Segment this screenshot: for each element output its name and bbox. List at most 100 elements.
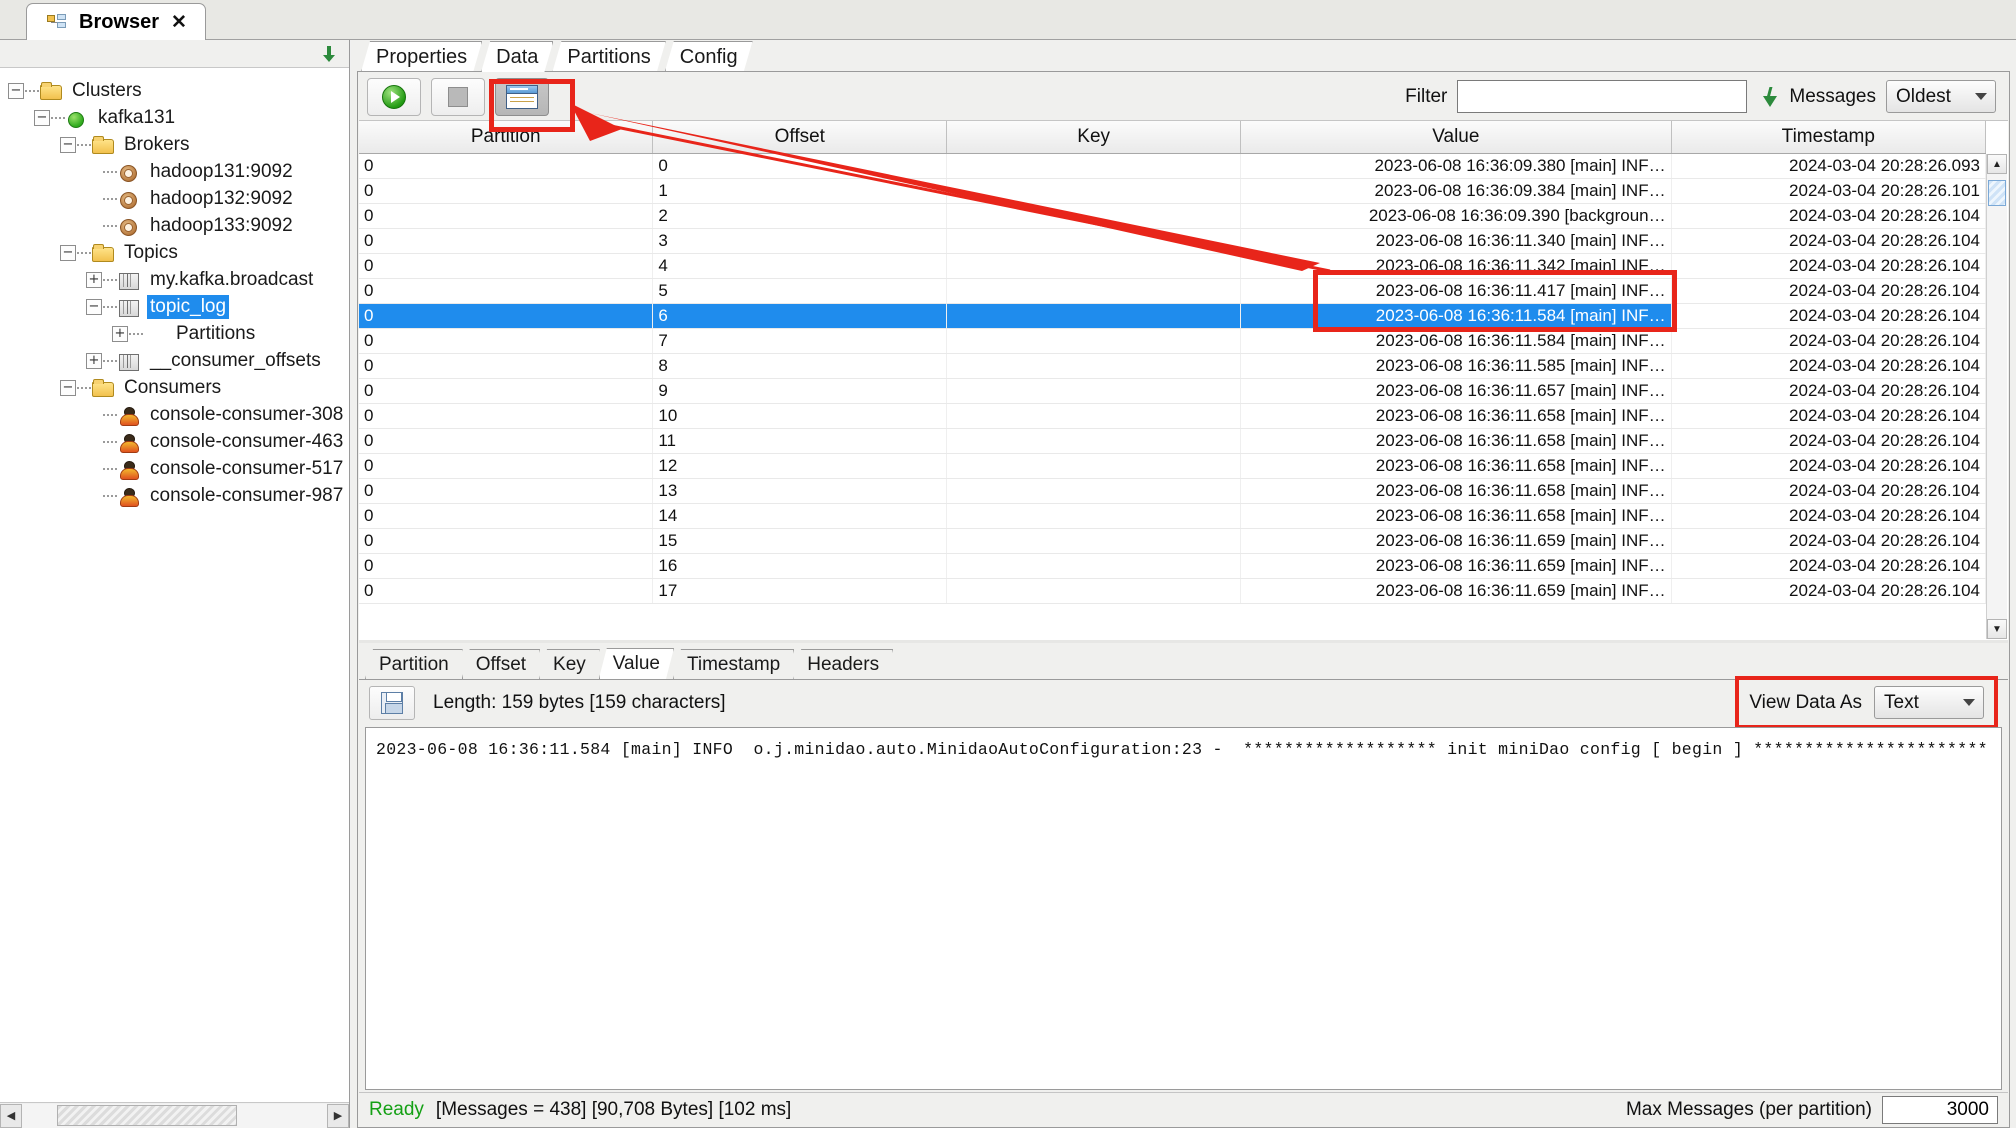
tree-expander-icon[interactable]: − — [60, 380, 76, 396]
messages-order-select[interactable]: Oldest — [1886, 80, 1996, 113]
tree-item-label: Partitions — [173, 322, 258, 346]
tree-item-hadoop131-9092[interactable]: hadoop131:9092 — [0, 158, 349, 185]
tree-item-brokers[interactable]: −Brokers — [0, 131, 349, 158]
tree-expander-icon[interactable]: + — [86, 272, 102, 288]
tree-expander-icon[interactable]: − — [60, 137, 76, 153]
table-row[interactable]: 0162023-06-08 16:36:11.659 [main] INF…20… — [359, 553, 1986, 578]
cell-key — [947, 378, 1241, 403]
apply-filter-icon[interactable] — [1757, 85, 1779, 109]
scroll-thumb[interactable] — [57, 1105, 237, 1126]
detail-tab-timestamp[interactable]: Timestamp — [673, 649, 794, 679]
scroll-down-icon[interactable]: ▼ — [1987, 619, 2007, 639]
tree-expander-icon[interactable]: − — [86, 299, 102, 315]
tree-item-console-consumer-463[interactable]: console-consumer-463 — [0, 428, 349, 455]
status-ready-label: Ready — [369, 1099, 424, 1121]
table-vertical-scrollbar[interactable]: ▲ ▼ — [1986, 154, 2007, 639]
tree-expander-icon[interactable]: + — [86, 353, 102, 369]
table-row[interactable]: 042023-06-08 16:36:11.342 [main] INF…202… — [359, 253, 1986, 278]
table-row[interactable]: 022023-06-08 16:36:09.390 [backgroun…202… — [359, 203, 1986, 228]
table-row[interactable]: 002023-06-08 16:36:09.380 [main] INF…202… — [359, 153, 1986, 178]
table-row[interactable]: 0172023-06-08 16:36:11.659 [main] INF…20… — [359, 578, 1986, 603]
table-row[interactable]: 032023-06-08 16:36:11.340 [main] INF…202… — [359, 228, 1986, 253]
tab-browser[interactable]: Browser ✕ — [26, 3, 206, 40]
scroll-thumb[interactable] — [1988, 180, 2006, 206]
tree-item-consumers[interactable]: −Consumers — [0, 374, 349, 401]
tree-expander-icon[interactable]: − — [60, 245, 76, 261]
table-row[interactable]: 0122023-06-08 16:36:11.658 [main] INF…20… — [359, 453, 1986, 478]
tree-item-kafka131[interactable]: −kafka131 — [0, 104, 349, 131]
tab-partitions[interactable]: Partitions — [552, 41, 665, 72]
table-view-button[interactable] — [495, 78, 549, 116]
tree-item-hadoop133-9092[interactable]: hadoop133:9092 — [0, 212, 349, 239]
detail-tab-offset[interactable]: Offset — [462, 649, 540, 679]
tree-gear-icon — [118, 162, 140, 182]
detail-tab-value[interactable]: Value — [599, 648, 674, 679]
tree-item-console-consumer-308[interactable]: console-consumer-308 — [0, 401, 349, 428]
cell-key — [947, 303, 1241, 328]
detail-tab-key[interactable]: Key — [539, 649, 600, 679]
column-header-timestamp[interactable]: Timestamp — [1671, 121, 1985, 153]
table-row[interactable]: 092023-06-08 16:36:11.657 [main] INF…202… — [359, 378, 1986, 403]
cluster-tree[interactable]: −Clusters−kafka131−Brokershadoop131:9092… — [0, 69, 349, 1102]
tab-config[interactable]: Config — [665, 41, 753, 72]
tree-item-console-consumer-987[interactable]: console-consumer-987 — [0, 482, 349, 509]
tree-expander-icon[interactable]: − — [8, 83, 24, 99]
value-text-area[interactable]: 2023-06-08 16:36:11.584 [main] INFO o.j.… — [365, 727, 2002, 1090]
tree-horizontal-scrollbar[interactable]: ◀ ▶ — [0, 1102, 349, 1128]
tree-item--consumer-offsets[interactable]: +__consumer_offsets — [0, 347, 349, 374]
save-button[interactable] — [369, 686, 415, 720]
tree-expander-icon[interactable]: + — [112, 326, 128, 342]
table-row[interactable]: 072023-06-08 16:36:11.584 [main] INF…202… — [359, 328, 1986, 353]
column-header-key[interactable]: Key — [947, 121, 1241, 153]
column-header-partition[interactable]: Partition — [359, 121, 653, 153]
filter-input[interactable] — [1457, 80, 1747, 113]
cell-key — [947, 553, 1241, 578]
table-row[interactable]: 062023-06-08 16:36:11.584 [main] INF…202… — [359, 303, 1986, 328]
detail-tab-partition[interactable]: Partition — [365, 649, 463, 679]
tree-folder-icon — [92, 378, 114, 398]
cell-key — [947, 478, 1241, 503]
play-button[interactable] — [367, 78, 421, 116]
column-header-value[interactable]: Value — [1241, 121, 1672, 153]
tab-data[interactable]: Data — [481, 41, 553, 72]
detail-tab-strip[interactable]: PartitionOffsetKeyValueTimestampHeaders — [359, 647, 2008, 679]
tab-properties[interactable]: Properties — [361, 41, 482, 72]
table-row[interactable]: 0102023-06-08 16:36:11.658 [main] INF…20… — [359, 403, 1986, 428]
max-messages-input[interactable]: 3000 — [1882, 1096, 1998, 1124]
scroll-right-icon[interactable]: ▶ — [327, 1104, 349, 1128]
close-icon[interactable]: ✕ — [171, 11, 187, 34]
main-tab-strip[interactable]: PropertiesDataPartitionsConfig — [357, 40, 2016, 72]
scroll-track[interactable] — [22, 1104, 327, 1128]
scroll-up-icon[interactable]: ▲ — [1987, 154, 2007, 174]
table-row[interactable]: 0152023-06-08 16:36:11.659 [main] INF…20… — [359, 528, 1986, 553]
tree-connector-line — [103, 225, 117, 227]
table-row[interactable]: 0132023-06-08 16:36:11.658 [main] INF…20… — [359, 478, 1986, 503]
collapse-all-icon[interactable] — [321, 44, 339, 64]
tree-item-label: my.kafka.broadcast — [147, 268, 316, 292]
tree-expander-icon[interactable]: − — [34, 110, 50, 126]
tree-item-label: console-consumer-517 — [147, 457, 346, 481]
scroll-left-icon[interactable]: ◀ — [0, 1104, 22, 1128]
column-header-offset[interactable]: Offset — [653, 121, 947, 153]
table-row[interactable]: 012023-06-08 16:36:09.384 [main] INF…202… — [359, 178, 1986, 203]
table-row[interactable]: 082023-06-08 16:36:11.585 [main] INF…202… — [359, 353, 1986, 378]
tree-item-hadoop132-9092[interactable]: hadoop132:9092 — [0, 185, 349, 212]
cell-offset: 17 — [653, 578, 947, 603]
tree-item-clusters[interactable]: −Clusters — [0, 77, 349, 104]
table-row[interactable]: 052023-06-08 16:36:11.417 [main] INF…202… — [359, 278, 1986, 303]
tree-toolbar — [0, 40, 349, 68]
stop-button[interactable] — [431, 78, 485, 116]
detail-tab-headers[interactable]: Headers — [793, 649, 893, 679]
cell-timestamp: 2024-03-04 20:28:26.104 — [1671, 378, 1985, 403]
table-row[interactable]: 0142023-06-08 16:36:11.658 [main] INF…20… — [359, 503, 1986, 528]
table-body[interactable]: 002023-06-08 16:36:09.380 [main] INF…202… — [359, 153, 1986, 603]
messages-table[interactable]: PartitionOffsetKeyValueTimestamp 002023-… — [359, 121, 1986, 604]
tree-item-topic-log[interactable]: −topic_log — [0, 293, 349, 320]
tree-item-topics[interactable]: −Topics — [0, 239, 349, 266]
cell-partition: 0 — [359, 378, 653, 403]
view-data-as-select[interactable]: Text — [1874, 686, 1984, 719]
tree-item-partitions[interactable]: + Partitions — [0, 320, 349, 347]
tree-item-my-kafka-broadcast[interactable]: + my.kafka.broadcast — [0, 266, 349, 293]
tree-item-console-consumer-517[interactable]: console-consumer-517 — [0, 455, 349, 482]
table-row[interactable]: 0112023-06-08 16:36:11.658 [main] INF…20… — [359, 428, 1986, 453]
